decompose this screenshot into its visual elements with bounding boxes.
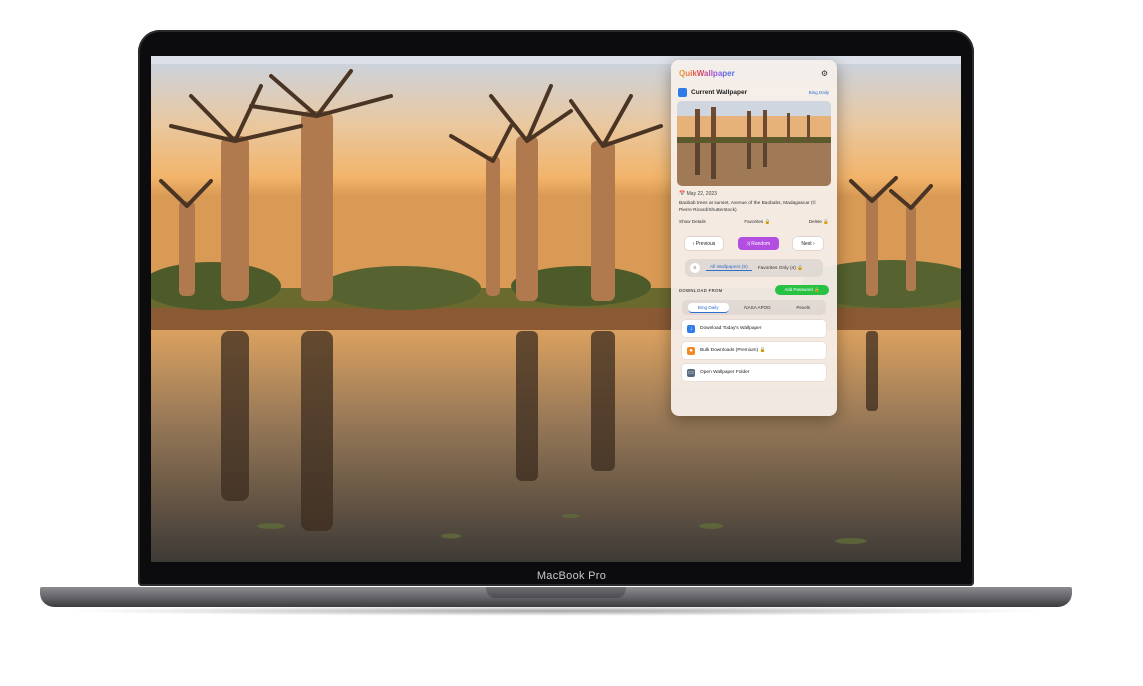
previous-label: Previous <box>695 240 716 247</box>
show-details-link[interactable]: Show Details <box>679 219 706 225</box>
open-folder-button[interactable]: ▭ Open Wallpaper Folder <box>682 364 826 381</box>
favorites-only-tab[interactable]: Favorites Only (4) 🔒 <box>758 266 803 271</box>
wallpaper-description: Baobab trees at sunset, Avenue of the Ba… <box>679 201 817 213</box>
device-label: MacBook Pro <box>536 570 607 582</box>
date-text: May 22, 2023 <box>686 191 717 197</box>
random-button[interactable]: ⤨ Random <box>737 237 779 250</box>
current-wallpaper-row: Current Wallpaper Bing Daily <box>678 86 829 98</box>
all-wallpapers-tab[interactable]: All Wallpapers (5) <box>706 265 752 271</box>
download-icon: ↓ <box>687 324 695 333</box>
open-folder-label: Open Wallpaper Folder <box>700 370 750 375</box>
wallpaper-links: Show Details Favorites 🔒 Delete 🔒 <box>679 219 829 225</box>
menu-bar <box>151 56 961 64</box>
download-source-header: DOWNLOAD FROM Add Password 🔒 <box>679 284 829 296</box>
image-icon <box>678 87 687 97</box>
source-tabs: Bing Daily NASA APOD Pexels <box>682 300 826 315</box>
desktop-screen: QuikWallpaper ⚙ Current Wallpaper Bing D… <box>151 56 961 562</box>
quikwallpaper-panel: QuikWallpaper ⚙ Current Wallpaper Bing D… <box>671 60 837 416</box>
delete-link[interactable]: Delete 🔒 <box>809 219 829 225</box>
next-button[interactable]: Next › <box>793 237 823 250</box>
previous-button[interactable]: ‹ Previous <box>685 237 723 250</box>
folder-icon: ▭ <box>687 368 695 377</box>
next-label: Next <box>801 240 812 247</box>
tab-pexels[interactable]: Pexels <box>786 303 820 312</box>
laptop-notch <box>486 587 626 598</box>
navigation-buttons: ‹ Previous ⤨ Random Next › <box>685 237 823 250</box>
current-wallpaper-heading: Current Wallpaper <box>691 88 748 96</box>
wallpaper-thumbnail[interactable] <box>677 101 831 186</box>
bulk-downloads-label: Bulk Downloads (Premium) 🔒 <box>700 348 766 353</box>
download-from-label: DOWNLOAD FROM <box>679 287 723 293</box>
random-label: Random <box>751 240 771 247</box>
filter-icon: ≡ <box>690 263 700 273</box>
bulk-downloads-button[interactable]: ● Bulk Downloads (Premium) 🔒 <box>682 342 826 359</box>
stage: QuikWallpaper ⚙ Current Wallpaper Bing D… <box>0 0 1143 686</box>
download-today-button[interactable]: ↓ Download Today's Wallpaper <box>682 320 826 337</box>
wallpaper-image <box>151 56 961 562</box>
panel-header: QuikWallpaper ⚙ <box>679 67 829 79</box>
gear-icon[interactable]: ⚙ <box>820 69 829 78</box>
app-title: QuikWallpaper <box>679 68 735 78</box>
source-badge[interactable]: Bing Daily <box>809 90 829 95</box>
favorites-link[interactable]: Favorites 🔒 <box>744 219 770 225</box>
tab-nasa-apod[interactable]: NASA APOD <box>734 303 780 312</box>
current-wallpaper-heading-group: Current Wallpaper <box>678 87 748 97</box>
download-today-label: Download Today's Wallpaper <box>700 326 762 331</box>
tab-bing-daily[interactable]: Bing Daily <box>687 302 729 313</box>
bulk-icon: ● <box>687 346 695 355</box>
wallpaper-date: 📅 May 22, 2023 <box>679 191 717 197</box>
add-password-button[interactable]: Add Password 🔒 <box>775 285 829 295</box>
laptop-shadow <box>60 606 1052 616</box>
wallpaper-filter: ≡ All Wallpapers (5) Favorites Only (4) … <box>685 259 823 277</box>
